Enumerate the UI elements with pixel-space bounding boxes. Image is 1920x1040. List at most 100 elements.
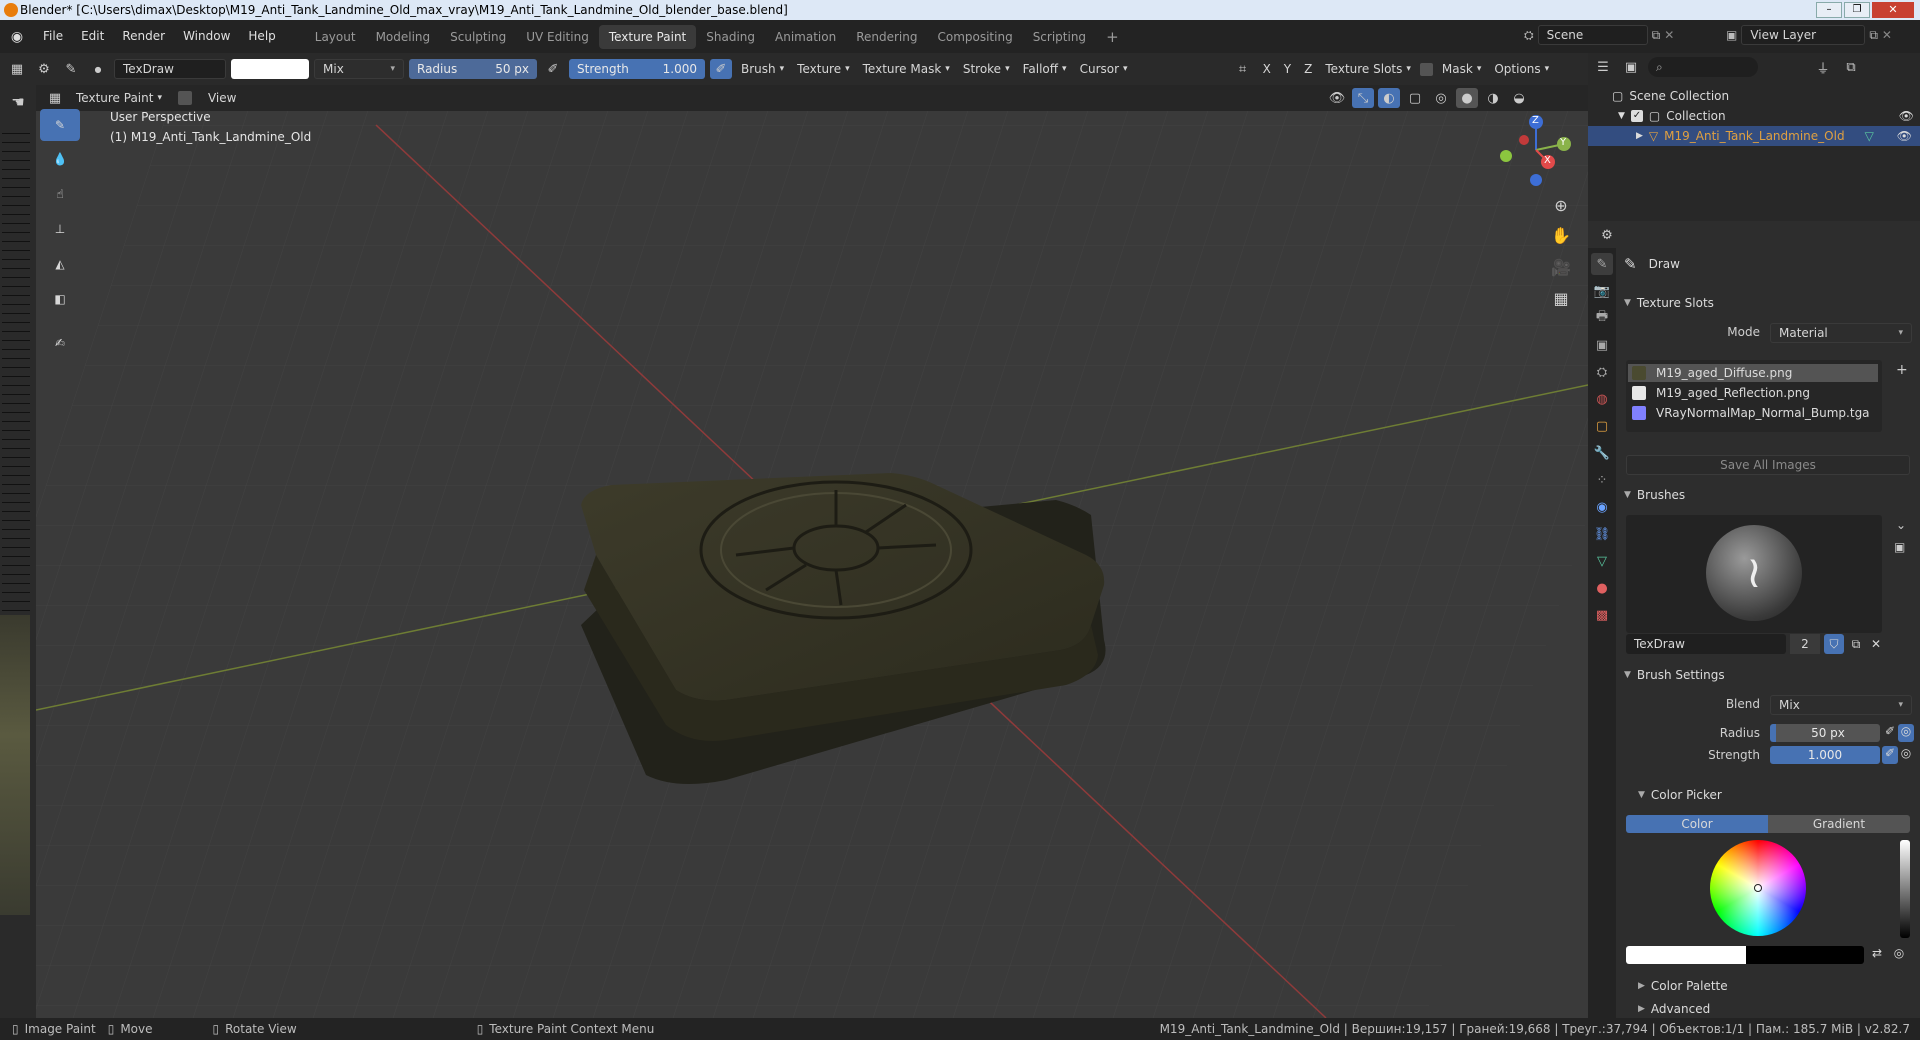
solid-shading-icon[interactable]: ●: [1456, 88, 1478, 108]
editor-type-icon[interactable]: ▦: [6, 59, 28, 79]
outliner-editor-icon[interactable]: ☰: [1592, 57, 1614, 77]
value-slider[interactable]: [1900, 840, 1910, 938]
collection-row[interactable]: ▼ ✓ ▢ Collection 👁: [1618, 106, 1914, 126]
draw-tool[interactable]: ✎: [40, 109, 80, 141]
annotate-tool[interactable]: ✍: [40, 327, 80, 359]
add-slot-icon[interactable]: +: [1896, 362, 1908, 378]
tab-texture-icon[interactable]: ▩: [1591, 604, 1613, 626]
radius-pen-icon[interactable]: ✐: [1882, 724, 1898, 742]
object-eye-icon[interactable]: 👁: [1897, 129, 1912, 143]
new-view-layer-icon[interactable]: ⧉: [1869, 28, 1878, 43]
symmetry-y-toggle[interactable]: Y: [1280, 59, 1295, 79]
tab-material-icon[interactable]: ●: [1591, 577, 1613, 599]
fake-user-icon[interactable]: ⛉: [1824, 634, 1844, 654]
texture-slot-reflection[interactable]: M19_aged_Reflection.png: [1628, 384, 1878, 402]
menu-file[interactable]: File: [34, 20, 72, 53]
color-wheel-cursor[interactable]: [1754, 884, 1762, 892]
tab-object-icon[interactable]: ▢: [1591, 415, 1613, 437]
texture-mask-menu[interactable]: Texture Mask ▾: [859, 59, 954, 79]
brush-browse-icon[interactable]: ⌄: [1896, 518, 1906, 532]
view-menu[interactable]: View: [204, 88, 240, 108]
close-button[interactable]: ✕: [1872, 2, 1914, 18]
brush-name-field[interactable]: TexDraw: [114, 59, 226, 79]
material-shading-icon[interactable]: ◑: [1482, 88, 1504, 108]
tab-uv-editing[interactable]: UV Editing: [516, 25, 599, 49]
tool-settings-icon[interactable]: ⚙: [33, 59, 55, 79]
tab-scripting[interactable]: Scripting: [1023, 25, 1096, 49]
symmetry-x-toggle[interactable]: X: [1259, 59, 1275, 79]
brush-preview[interactable]: ≀: [1626, 515, 1882, 633]
outliner-search-input[interactable]: ⌕: [1648, 57, 1758, 77]
3d-viewport[interactable]: [36, 85, 1588, 1018]
cursor-menu[interactable]: Cursor ▾: [1076, 59, 1132, 79]
tab-particles-icon[interactable]: ⁘: [1591, 469, 1613, 491]
collection-eye-icon[interactable]: 👁: [1899, 109, 1914, 123]
gradient-tab-button[interactable]: Gradient: [1768, 815, 1910, 833]
texture-slot-normal[interactable]: VRayNormalMap_Normal_Bump.tga: [1628, 404, 1878, 422]
scene-collection-row[interactable]: ▢ Scene Collection: [1612, 86, 1729, 106]
brush-color-swatch[interactable]: [231, 59, 309, 79]
rendered-shading-icon[interactable]: ◒: [1508, 88, 1530, 108]
tab-modeling[interactable]: Modeling: [366, 25, 441, 49]
strength-pressure-icon[interactable]: ✐: [710, 59, 732, 79]
wireframe-shading-icon[interactable]: ◎: [1430, 88, 1452, 108]
tab-animation[interactable]: Animation: [765, 25, 846, 49]
slot-mode-dropdown[interactable]: Material ▾: [1770, 323, 1912, 343]
duplicate-brush-icon[interactable]: ⧉: [1846, 634, 1866, 654]
tab-layout[interactable]: Layout: [305, 25, 366, 49]
ortho-grid-icon[interactable]: ▦: [1546, 283, 1576, 313]
tab-view-layer-icon[interactable]: ▣: [1591, 334, 1613, 356]
falloff-menu[interactable]: Falloff ▾: [1019, 59, 1071, 79]
remove-view-layer-icon[interactable]: ✕: [1882, 28, 1892, 42]
radius-field[interactable]: Radius 50 px: [409, 59, 537, 79]
primary-color-swatch[interactable]: [1626, 946, 1746, 964]
display-mode-icon[interactable]: ▣: [1620, 57, 1642, 77]
secondary-color-swatch[interactable]: [1746, 946, 1864, 964]
view-layer-selector[interactable]: View Layer: [1741, 25, 1866, 45]
pan-hand-icon[interactable]: ✋: [1546, 220, 1576, 250]
add-workspace-button[interactable]: +: [1096, 25, 1129, 49]
mode-dropdown[interactable]: Texture Paint ▾: [72, 88, 166, 108]
maximize-button[interactable]: ❐: [1844, 2, 1870, 18]
clone-tool[interactable]: ⊥: [40, 213, 80, 245]
symmetry-z-toggle[interactable]: Z: [1300, 59, 1316, 79]
tab-sculpting[interactable]: Sculpting: [440, 25, 516, 49]
color-tab-button[interactable]: Color: [1626, 815, 1768, 833]
tab-data-icon[interactable]: ▽: [1591, 550, 1613, 572]
brush-settings-section[interactable]: ▼ Brush Settings: [1624, 663, 1914, 687]
tab-world-icon[interactable]: ◍: [1591, 388, 1613, 410]
brush-image-icon[interactable]: ▣: [1894, 540, 1905, 554]
collection-checkbox[interactable]: ✓: [1630, 110, 1643, 122]
options-menu[interactable]: Options ▾: [1490, 59, 1553, 79]
brush-name-input[interactable]: TexDraw: [1626, 634, 1786, 654]
tab-texture-paint[interactable]: Texture Paint: [598, 24, 697, 49]
remove-scene-icon[interactable]: ✕: [1664, 28, 1674, 42]
hand-icon[interactable]: ☚: [6, 93, 30, 117]
strength-unified-icon[interactable]: ◎: [1898, 746, 1914, 764]
tab-shading[interactable]: Shading: [696, 25, 765, 49]
color-picker-section[interactable]: ▼ Color Picker: [1638, 783, 1920, 807]
tab-physics-icon[interactable]: ◉: [1591, 496, 1613, 518]
fill-tool[interactable]: ◭: [40, 248, 80, 280]
xray-icon[interactable]: ▢: [1404, 88, 1426, 108]
radius-unified-icon[interactable]: ◎: [1898, 724, 1914, 742]
scene-icon[interactable]: ⛭: [1524, 28, 1534, 43]
soften-tool[interactable]: 💧: [40, 143, 80, 175]
tab-compositing[interactable]: Compositing: [927, 25, 1022, 49]
navigation-gizmo[interactable]: Z Y X: [1496, 112, 1576, 192]
strength-slider[interactable]: 1.000: [1770, 746, 1880, 764]
save-all-images-button[interactable]: Save All Images: [1626, 455, 1910, 475]
zoom-icon[interactable]: ⊕: [1546, 190, 1576, 220]
color-palette-section[interactable]: ▶ Color Palette: [1638, 974, 1920, 998]
filter-icon[interactable]: ⏚: [1812, 57, 1834, 77]
mask-menu[interactable]: Mask ▾: [1438, 59, 1485, 79]
strength-pen-icon[interactable]: ✐: [1882, 746, 1898, 764]
tab-constraints-icon[interactable]: ⛓: [1591, 523, 1613, 545]
tab-modifier-icon[interactable]: 🔧: [1591, 442, 1613, 464]
object-row[interactable]: ▶ ▽ M19_Anti_Tank_Landmine_Old ▽ 👁: [1588, 126, 1920, 146]
brushes-section[interactable]: ▼ Brushes: [1624, 483, 1914, 507]
view-layer-icon[interactable]: ▣: [1726, 28, 1737, 42]
tab-render-icon[interactable]: 📷: [1591, 280, 1613, 302]
texture-slots-menu[interactable]: Texture Slots ▾: [1321, 59, 1415, 79]
mask-tool[interactable]: ◧: [40, 283, 80, 315]
